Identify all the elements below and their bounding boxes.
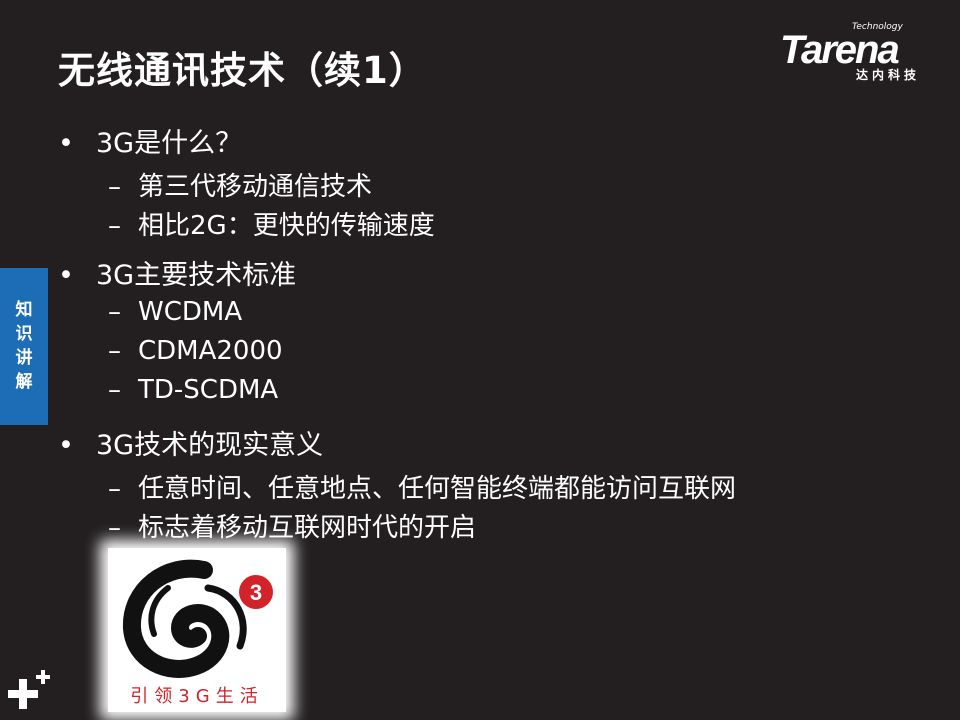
sub-bullet-dash: – [108,172,121,202]
bullet-text: 3G技术的现实意义 [96,430,324,461]
logo-chinese: 达内科技 [856,68,921,82]
sub-bullet-dash: – [108,375,121,405]
sub-bullet-text: CDMA2000 [138,336,283,366]
bullet-dot: • [58,430,74,461]
badge-caption: 引领3G生活 [130,686,264,707]
sub-bullet-dash: – [108,297,121,327]
sub-bullet-item: – 相比2G：更快的传输速度 [108,205,435,242]
bullet-dot: • [58,128,74,159]
sub-bullet-text: 相比2G：更快的传输速度 [138,211,435,241]
bullet-item: • 3G主要技术标准 [58,253,296,292]
sub-bullet-item: – TD-SCDMA [108,375,278,405]
sub-bullet-text: WCDMA [138,297,243,327]
side-tab-char: 知 [15,300,33,320]
sub-bullet-text: 任意时间、任意地点、任何智能终端都能访问互联网 [138,474,737,504]
side-tab-char: 讲 [15,348,33,368]
sub-bullet-dash: – [108,513,121,543]
sub-bullet-item: – 标志着移动互联网时代的开启 [108,507,476,544]
side-tab-knowledge: 知 识 讲 解 [0,268,48,425]
sub-bullet-item: – 任意时间、任意地点、任何智能终端都能访问互联网 [108,468,736,505]
sub-bullet-dash: – [108,336,121,366]
bullet-text: 3G主要技术标准 [96,260,297,291]
sub-bullet-text: TD-SCDMA [138,375,279,405]
sub-bullet-item: – WCDMA [108,297,242,327]
sub-bullet-text: 第三代移动通信技术 [138,172,373,202]
slide-title: 无线通讯技术（续1） [58,49,427,92]
bullet-text: 3G是什么？ [96,128,243,159]
swirl-3g-icon: 3 [122,559,273,678]
badge-number: 3 [250,580,262,605]
bullet-item: • 3G是什么？ [58,121,242,160]
sub-bullet-dash: – [108,211,121,241]
bullet-item: • 3G技术的现实意义 [58,423,323,462]
sub-bullet-dash: – [108,474,121,504]
sub-bullet-item: – 第三代移动通信技术 [108,166,372,203]
china-mobile-3g-badge: 3 引领3G生活 [108,548,286,712]
plus-decoration-icon [8,670,50,709]
bullet-dot: • [58,260,74,291]
sub-bullet-text: 标志着移动互联网时代的开启 [138,513,477,543]
side-tab-char: 解 [15,372,33,392]
sub-bullet-item: – CDMA2000 [108,336,283,366]
side-tab-char: 识 [15,324,33,344]
tarena-logo: Technology Tarena 达内科技 [780,22,948,84]
